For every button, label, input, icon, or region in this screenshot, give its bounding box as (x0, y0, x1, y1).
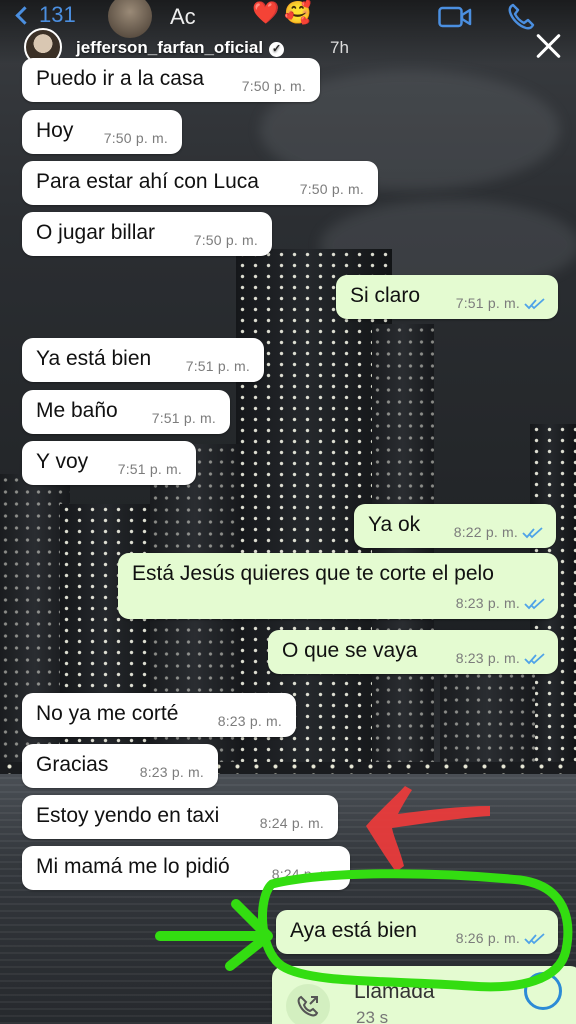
message-text: No ya me corté (36, 702, 179, 725)
message-time: 7:51 p. m. (455, 295, 520, 311)
message-text: Ya está bien (36, 347, 152, 370)
message-bubble[interactable]: Mi mamá me lo pidió 8:24 p. m. (22, 846, 350, 890)
message-bubble[interactable]: Gracias 8:23 p. m. (22, 744, 218, 788)
message-time: 7:50 p. m. (193, 232, 258, 248)
contact-emoji: ❤️ (252, 0, 280, 25)
message-text: Está Jesús quieres que te corte el pelo (132, 562, 494, 585)
message-text: Si claro (350, 284, 421, 307)
message-bubble[interactable]: Y voy 7:51 p. m. (22, 441, 196, 485)
message-time: 8:26 p. m. (455, 930, 520, 946)
message-text: Me baño (36, 399, 118, 422)
message-text: O que se vaya (282, 639, 418, 662)
message-time: 8:24 p. m. (271, 866, 336, 882)
close-icon[interactable] (532, 30, 564, 62)
read-ticks-icon (524, 933, 545, 945)
message-bubble[interactable]: Si claro 7:51 p. m. (336, 275, 558, 319)
contact-name[interactable]: Ac (170, 4, 196, 30)
message-time: 7:51 p. m. (117, 461, 182, 477)
message-time: 7:51 p. m. (185, 358, 250, 374)
verified-badge-icon: ✓ (269, 42, 285, 57)
message-text: Estoy yendo en taxi (36, 804, 220, 827)
message-text: Y voy (36, 450, 89, 473)
message-time: 8:22 p. m. (453, 524, 518, 540)
message-bubble[interactable]: Para estar ahí con Luca 7:50 p. m. (22, 161, 378, 205)
message-time: 8:23 p. m. (217, 713, 282, 729)
chevron-left-icon (15, 6, 34, 25)
call-duration: 23 s (356, 1008, 389, 1024)
message-bubble[interactable]: Está Jesús quieres que te corte el pelo … (118, 553, 558, 619)
message-bubble[interactable]: Estoy yendo en taxi 8:24 p. m. (22, 795, 338, 839)
message-time: 8:23 p. m. (455, 650, 520, 666)
message-text: Para estar ahí con Luca (36, 170, 259, 193)
message-bubble[interactable]: Aya está bien 8:26 p. m. (276, 910, 558, 954)
message-time: 7:50 p. m. (241, 78, 306, 94)
unread-count: 131 (39, 2, 76, 27)
message-text: Aya está bien (290, 919, 417, 942)
message-bubble[interactable]: Hoy 7:50 p. m. (22, 110, 182, 154)
message-time: 8:23 p. m. (139, 764, 204, 780)
read-ticks-icon (524, 653, 545, 665)
message-text: Gracias (36, 753, 109, 776)
message-time: 7:50 p. m. (299, 181, 364, 197)
message-time: 8:24 p. m. (259, 815, 324, 831)
message-bubble[interactable]: O jugar billar 7:50 p. m. (22, 212, 272, 256)
read-ticks-icon (524, 298, 545, 310)
message-bubble[interactable]: No ya me corté 8:23 p. m. (22, 693, 296, 737)
video-camera-icon[interactable] (438, 6, 472, 28)
message-time: 7:50 p. m. (103, 130, 168, 146)
back-button[interactable]: 131 (15, 2, 76, 28)
message-bubble[interactable]: O que se vaya 8:23 p. m. (268, 630, 558, 674)
message-time: 7:51 p. m. (151, 410, 216, 426)
story-username[interactable]: jefferson_farfan_oficial ✓ (76, 38, 285, 58)
contact-avatar[interactable] (108, 0, 152, 38)
call-message-card[interactable]: Llamada 23 s (272, 966, 576, 1024)
read-ticks-icon (524, 598, 545, 610)
call-back-button[interactable] (524, 972, 562, 1010)
message-text: O jugar billar (36, 221, 156, 244)
message-bubble[interactable]: Ya ok 8:22 p. m. (354, 504, 556, 548)
chat-header: 131 Ac ❤️ 🥰 jefferson_farfan_oficial ✓ 7h (0, 0, 576, 66)
message-text: Mi mamá me lo pidió (36, 855, 230, 878)
message-text: Puedo ir a la casa (36, 67, 205, 90)
message-bubble[interactable]: Ya está bien 7:51 p. m. (22, 338, 264, 382)
message-time: 8:23 p. m. (455, 595, 520, 611)
outgoing-call-icon (286, 984, 330, 1024)
read-ticks-icon (522, 527, 543, 539)
message-bubble[interactable]: Me baño 7:51 p. m. (22, 390, 230, 434)
message-text: Hoy (36, 119, 74, 142)
contact-emoji: 🥰 (284, 0, 312, 25)
phone-icon[interactable] (506, 2, 536, 32)
message-bubble[interactable]: Puedo ir a la casa 7:50 p. m. (22, 58, 320, 102)
story-time-ago: 7h (330, 38, 349, 57)
message-text: Ya ok (368, 513, 421, 536)
call-label: Llamada (354, 980, 435, 1003)
